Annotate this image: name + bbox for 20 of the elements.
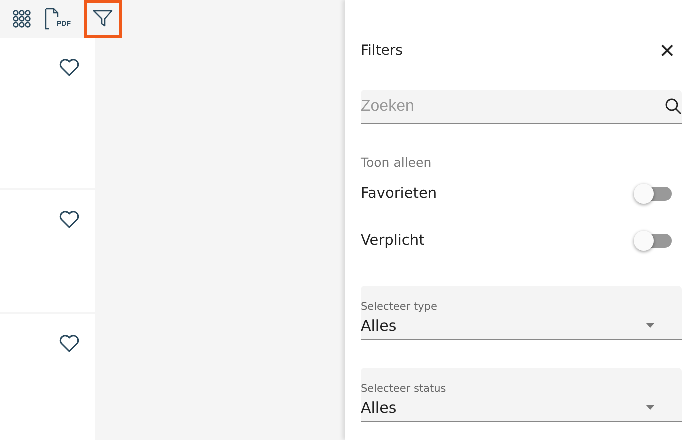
favorite-button[interactable] xyxy=(59,334,80,353)
panel-title: Filters xyxy=(361,43,403,59)
toggle-switch[interactable] xyxy=(636,186,672,200)
toggle-label: Favorieten xyxy=(361,186,438,202)
document-icon xyxy=(45,8,59,30)
section-label: Toon alleen xyxy=(361,155,433,170)
select-field[interactable]: Selecteer status Alles xyxy=(361,368,682,422)
search-field[interactable]: Zoeken xyxy=(361,90,682,124)
caret-icon xyxy=(646,323,655,328)
grid-icon xyxy=(13,10,31,28)
caret-icon xyxy=(646,405,655,410)
favorite-button[interactable] xyxy=(59,210,80,229)
select-field[interactable]: Selecteer type Alles xyxy=(361,286,682,340)
search-icon xyxy=(665,98,682,115)
filter-button[interactable] xyxy=(84,0,122,38)
toggle-label: Verplicht xyxy=(361,232,425,248)
toggle-switch[interactable] xyxy=(636,234,672,248)
favorite-button[interactable] xyxy=(59,58,80,77)
filter-icon xyxy=(93,9,113,29)
close-button[interactable]: ✕ xyxy=(653,38,682,64)
